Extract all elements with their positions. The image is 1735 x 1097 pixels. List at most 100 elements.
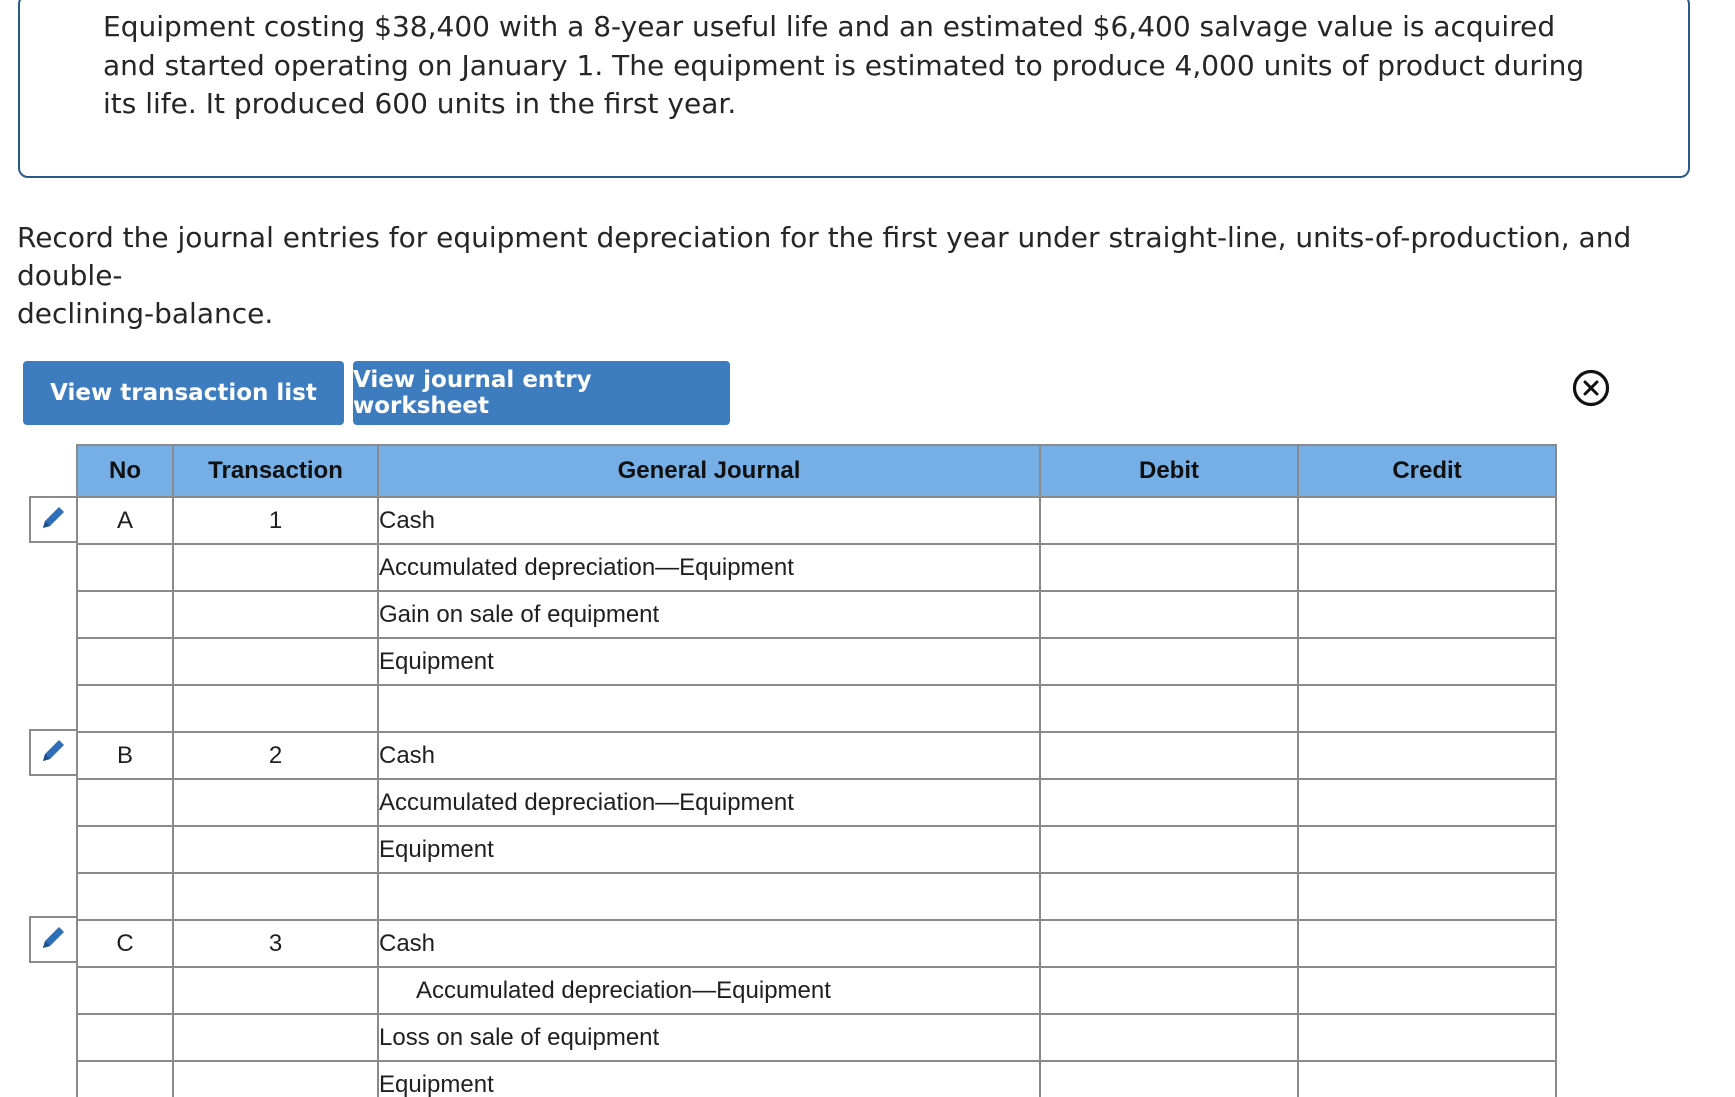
credit-cell — [1297, 543, 1557, 592]
credit-cell — [1297, 1060, 1557, 1097]
credit-cell — [1297, 778, 1557, 827]
table-row: Gain on sale of equipment — [76, 590, 1557, 639]
account-cell: Accumulated depreciation—Equipment — [377, 543, 1041, 592]
account-cell: Cash — [377, 496, 1041, 545]
credit-cell — [1297, 590, 1557, 639]
account-cell: Accumulated depreciation—Equipment — [377, 778, 1041, 827]
entry-no-cell: C — [76, 919, 174, 968]
account-cell: Cash — [377, 919, 1041, 968]
view-journal-entry-worksheet-button[interactable]: View journal entry worksheet — [353, 361, 730, 425]
transaction-cell: 1 — [172, 496, 379, 545]
problem-line: and started operating on January 1. The … — [103, 48, 1585, 82]
problem-line: its life. It produced 600 units in the f… — [103, 87, 737, 120]
header-debit: Debit — [1039, 444, 1299, 498]
problem-text: Equipment costing $38,400 with a 8-year … — [103, 8, 1663, 124]
table-row — [76, 872, 1557, 921]
instruction-line: Record the journal entries for equipment… — [17, 221, 1632, 292]
table-row: Accumulated depreciation—Equipment — [76, 543, 1557, 592]
table-header-row: No Transaction General Journal Debit Cre… — [76, 444, 1557, 498]
credit-cell — [1297, 872, 1557, 921]
pencil-icon — [39, 922, 69, 957]
credit-cell — [1297, 496, 1557, 545]
entry-no-cell — [76, 1060, 174, 1097]
debit-cell — [1039, 872, 1299, 921]
debit-cell — [1039, 684, 1299, 733]
debit-cell — [1039, 543, 1299, 592]
table-row: B 2 Cash — [76, 731, 1557, 780]
entry-no-cell — [76, 825, 174, 874]
account-cell: Cash — [377, 731, 1041, 780]
transaction-cell — [172, 684, 379, 733]
transaction-cell: 3 — [172, 919, 379, 968]
transaction-cell — [172, 1013, 379, 1062]
account-cell — [377, 872, 1041, 921]
transaction-cell — [172, 543, 379, 592]
debit-cell — [1039, 1060, 1299, 1097]
header-no: No — [76, 444, 174, 498]
transaction-cell — [172, 872, 379, 921]
debit-cell — [1039, 637, 1299, 686]
instruction-line: declining-balance. — [17, 297, 274, 330]
transaction-cell: 2 — [172, 731, 379, 780]
entry-no-cell: B — [76, 731, 174, 780]
table-row: Equipment — [76, 637, 1557, 686]
account-cell: Equipment — [377, 825, 1041, 874]
credit-cell — [1297, 966, 1557, 1015]
debit-cell — [1039, 590, 1299, 639]
header-transaction: Transaction — [172, 444, 379, 498]
edit-entry-c-button[interactable] — [29, 916, 77, 963]
debit-cell — [1039, 919, 1299, 968]
credit-cell — [1297, 731, 1557, 780]
table-row: Loss on sale of equipment — [76, 1013, 1557, 1062]
pencil-icon — [39, 735, 69, 770]
credit-cell — [1297, 825, 1557, 874]
transaction-cell — [172, 778, 379, 827]
credit-cell — [1297, 1013, 1557, 1062]
credit-cell — [1297, 919, 1557, 968]
debit-cell — [1039, 966, 1299, 1015]
entry-no-cell — [76, 637, 174, 686]
entry-no-cell — [76, 1013, 174, 1062]
transaction-cell — [172, 637, 379, 686]
entry-no-cell: A — [76, 496, 174, 545]
debit-cell — [1039, 778, 1299, 827]
transaction-cell — [172, 825, 379, 874]
account-cell — [377, 684, 1041, 733]
account-cell: Accumulated depreciation—Equipment — [377, 966, 1041, 1015]
debit-cell — [1039, 731, 1299, 780]
edit-entry-a-button[interactable] — [29, 496, 77, 543]
table-row: Equipment — [76, 1060, 1557, 1097]
entry-no-cell — [76, 966, 174, 1015]
table-row: Equipment — [76, 825, 1557, 874]
transaction-cell — [172, 590, 379, 639]
entry-no-cell — [76, 684, 174, 733]
problem-line: Equipment costing $38,400 with a 8-year … — [103, 10, 1556, 43]
entry-no-cell — [76, 590, 174, 639]
account-cell: Equipment — [377, 1060, 1041, 1097]
account-cell: Loss on sale of equipment — [377, 1013, 1041, 1062]
close-icon[interactable] — [1572, 369, 1610, 407]
view-transaction-list-button[interactable]: View transaction list — [23, 361, 344, 425]
pencil-icon — [39, 502, 69, 537]
entry-no-cell — [76, 778, 174, 827]
transaction-cell — [172, 1060, 379, 1097]
edit-entry-b-button[interactable] — [29, 729, 77, 776]
credit-cell — [1297, 684, 1557, 733]
header-credit: Credit — [1297, 444, 1557, 498]
table-row — [76, 684, 1557, 733]
debit-cell — [1039, 496, 1299, 545]
table-row: C 3 Cash — [76, 919, 1557, 968]
table-row: Accumulated depreciation—Equipment — [76, 778, 1557, 827]
entry-no-cell — [76, 543, 174, 592]
table-row: A 1 Cash — [76, 496, 1557, 545]
header-general-journal: General Journal — [377, 444, 1041, 498]
debit-cell — [1039, 825, 1299, 874]
instruction-text: Record the journal entries for equipment… — [17, 219, 1732, 333]
account-cell: Equipment — [377, 637, 1041, 686]
account-cell: Gain on sale of equipment — [377, 590, 1041, 639]
entry-no-cell — [76, 872, 174, 921]
debit-cell — [1039, 1013, 1299, 1062]
journal-table: No Transaction General Journal Debit Cre… — [76, 444, 1557, 1097]
table-row: Accumulated depreciation—Equipment — [76, 966, 1557, 1015]
credit-cell — [1297, 637, 1557, 686]
